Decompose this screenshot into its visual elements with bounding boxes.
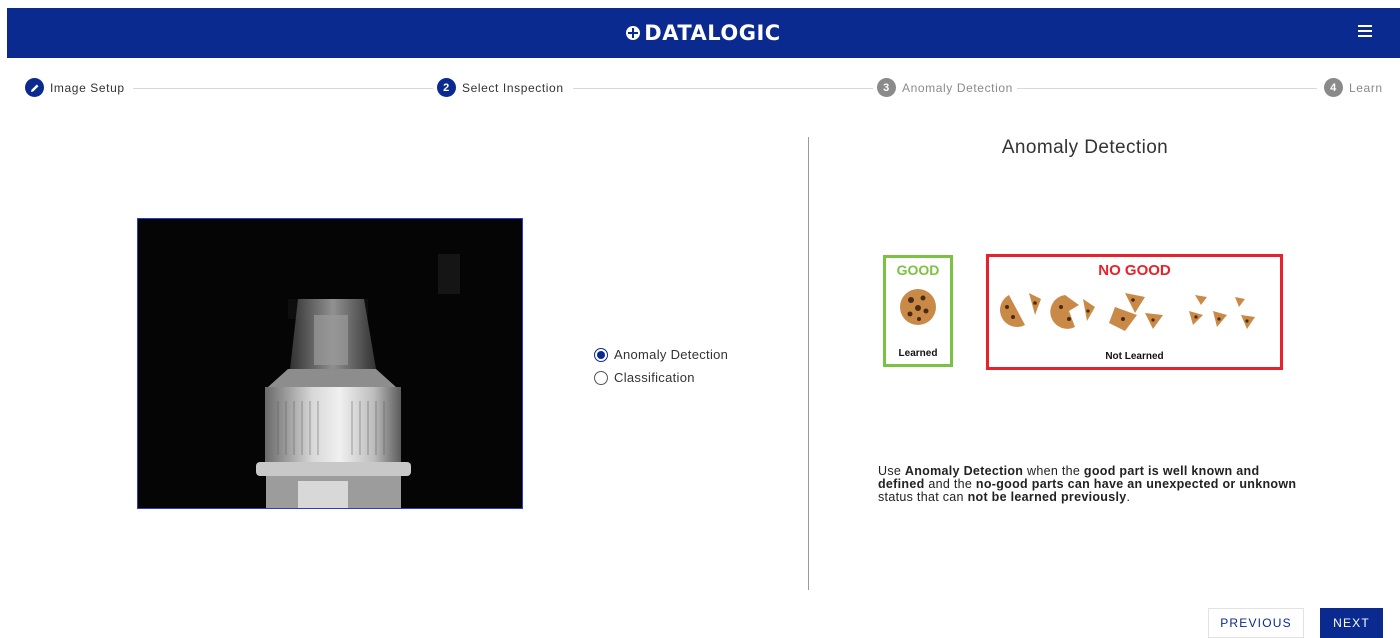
desc-text: Use — [878, 464, 905, 478]
datalogic-logo: DATALOGIC — [626, 21, 780, 45]
radio-unselected-icon[interactable] — [594, 370, 608, 385]
step-connector — [573, 88, 873, 89]
step-number: 3 — [877, 78, 896, 97]
next-button[interactable]: NEXT — [1320, 608, 1383, 638]
good-caption: Learned — [898, 348, 938, 359]
step-connector — [1017, 88, 1317, 89]
pencil-icon — [25, 78, 44, 97]
wizard-stepper: Image Setup 2 Select Inspection 3 Anomal… — [25, 78, 1385, 98]
logo-mark-icon — [626, 26, 641, 40]
no-good-label: NO GOOD — [1098, 262, 1171, 279]
good-label: GOOD — [896, 262, 940, 278]
inspection-type-radio-group: Anomaly Detection Classification — [594, 343, 728, 389]
logo-text: DATALOGIC — [644, 21, 781, 45]
desc-emphasis: Anomaly Detection — [904, 464, 1024, 478]
step-learn[interactable]: 4 Learn — [1324, 78, 1383, 97]
step-connector — [133, 88, 433, 89]
step-label: Learn — [1349, 80, 1383, 95]
no-good-example-box: NO GOOD Not Learned — [986, 254, 1283, 370]
radio-classification[interactable]: Classification — [594, 366, 728, 389]
desc-text: and the — [924, 477, 976, 491]
desc-emphasis: not be learned previously — [967, 490, 1127, 504]
step-image-setup[interactable]: Image Setup — [25, 78, 125, 97]
step-label: Anomaly Detection — [902, 80, 1013, 95]
vertical-divider — [808, 137, 809, 590]
step-label: Image Setup — [50, 80, 125, 95]
step-anomaly-detection[interactable]: 3 Anomaly Detection — [877, 78, 1013, 97]
desc-text: status that can — [878, 490, 968, 504]
desc-emphasis: no-good parts can have an unexpected or … — [975, 477, 1297, 491]
desc-text: . — [1126, 490, 1131, 504]
broken-cookies-icon — [999, 293, 1255, 331]
step-select-inspection[interactable]: 2 Select Inspection — [437, 78, 564, 97]
previous-button[interactable]: PREVIOUS — [1208, 608, 1304, 638]
camera-image-preview — [137, 218, 523, 509]
info-description: Use Anomaly Detection when the good part… — [878, 465, 1298, 504]
step-label: Select Inspection — [462, 80, 564, 95]
hamburger-menu-icon[interactable] — [1358, 25, 1372, 39]
app-header: DATALOGIC — [7, 8, 1400, 58]
step-number: 4 — [1324, 78, 1343, 97]
bottle-cap-image — [138, 219, 522, 508]
radio-label: Classification — [614, 370, 695, 385]
cookie-icon — [900, 289, 936, 325]
step-number: 2 — [437, 78, 456, 97]
info-title: Anomaly Detection — [1001, 137, 1169, 158]
good-example-box: GOOD Learned — [883, 255, 953, 367]
radio-selected-icon[interactable] — [594, 347, 608, 362]
radio-anomaly-detection[interactable]: Anomaly Detection — [594, 343, 728, 366]
radio-label: Anomaly Detection — [614, 347, 729, 362]
no-good-caption: Not Learned — [1105, 351, 1164, 362]
desc-text: when the — [1023, 464, 1084, 478]
